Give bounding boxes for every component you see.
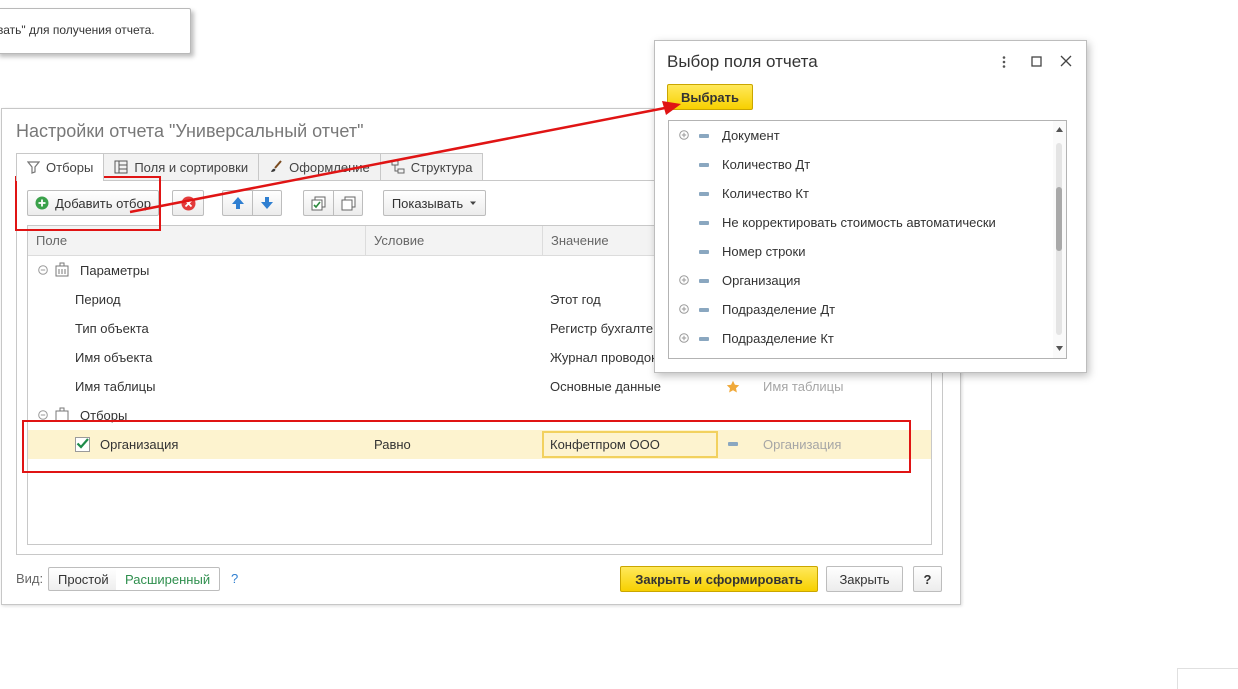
show-label: Показывать <box>391 195 464 211</box>
list-item[interactable]: Организация <box>669 266 1053 295</box>
select-button[interactable]: Выбрать <box>667 84 753 110</box>
annotation-box-add-filter <box>15 176 161 231</box>
list-item[interactable]: Количество Дт <box>669 150 1053 179</box>
close-and-build-button[interactable]: Закрыть и сформировать <box>620 566 818 592</box>
move-down-button[interactable] <box>252 190 282 216</box>
field-icon <box>699 163 709 167</box>
tab-appearance[interactable]: Оформление <box>258 153 381 180</box>
move-up-button[interactable] <box>222 190 252 216</box>
view-advanced-button[interactable]: Расширенный <box>116 567 221 591</box>
view-label: Вид: <box>16 571 44 586</box>
view-simple-button[interactable]: Простой <box>48 567 119 591</box>
close-button[interactable]: Закрыть <box>826 566 903 592</box>
delete-icon <box>181 196 195 210</box>
structure-icon <box>391 160 405 174</box>
row-value[interactable]: Этот год <box>550 285 601 314</box>
list-item-label: Номер строки <box>722 244 806 259</box>
row-field: Имя таблицы <box>75 379 156 394</box>
field-selection-dialog: Выбор поля отчета Выбрать Документ Колич… <box>654 40 1087 373</box>
field-icon <box>699 192 709 196</box>
close-icon[interactable] <box>1060 55 1072 67</box>
help-button[interactable]: ? <box>913 566 942 592</box>
list-item-label: Документ <box>722 128 780 143</box>
star-icon <box>726 380 740 393</box>
row-value[interactable]: Основные данные <box>550 372 661 401</box>
field-icon <box>699 134 709 138</box>
expand-icon[interactable] <box>679 333 689 343</box>
row-value[interactable]: Регистр бухгалтер <box>550 314 660 343</box>
funnel-icon <box>27 161 40 174</box>
annotation-box-filter-row <box>22 420 911 473</box>
tooltip-text: вать" для получения отчета. <box>0 23 155 37</box>
scroll-thumb[interactable] <box>1056 187 1062 251</box>
collapse-icon[interactable] <box>38 410 48 420</box>
tab-label: Оформление <box>289 159 370 175</box>
expand-icon[interactable] <box>679 275 689 285</box>
row-field: Тип объекта <box>75 321 149 336</box>
field-icon <box>699 250 709 254</box>
row-value[interactable]: Журнал проводок <box>550 343 657 372</box>
check-all-button[interactable] <box>303 190 333 216</box>
list-item[interactable]: Подразделение Дт <box>669 295 1053 324</box>
expand-icon[interactable] <box>679 304 689 314</box>
tab-label: Структура <box>410 159 473 175</box>
scroll-up-icon[interactable] <box>1056 127 1063 132</box>
list-item-label: Подразделение Кт <box>722 331 834 346</box>
list-item-label: Количество Кт <box>722 186 809 201</box>
window-title: Настройки отчета "Универсальный отчет" <box>16 121 364 141</box>
dialog-title: Выбор поля отчета <box>667 52 818 71</box>
field-icon <box>699 337 709 341</box>
check-all-icon <box>311 196 326 210</box>
params-group-icon <box>55 262 69 277</box>
tab-label: Поля и сортировки <box>134 159 249 175</box>
field-icon <box>699 279 709 283</box>
scrollbar[interactable] <box>1053 121 1066 358</box>
tab-bar: Отборы Поля и сортировки Оформление Стру… <box>16 153 484 181</box>
show-dropdown-button[interactable]: Показывать <box>383 190 486 216</box>
arrow-up-icon <box>231 197 244 209</box>
expand-icon[interactable] <box>679 130 689 140</box>
fields-tree: Документ Количество Дт Количество Кт Не … <box>668 120 1067 359</box>
tab-filters[interactable]: Отборы <box>16 153 105 181</box>
field-icon <box>699 308 709 312</box>
row-field: Имя объекта <box>75 350 153 365</box>
uncheck-all-button[interactable] <box>333 190 363 216</box>
list-item[interactable]: Номер строки <box>669 237 1053 266</box>
arrow-down-icon <box>261 197 273 209</box>
list-item[interactable]: Подразделение Кт <box>669 324 1053 353</box>
brush-icon <box>271 160 282 172</box>
list-item[interactable]: Документ <box>669 121 1053 150</box>
table-row[interactable]: Имя таблицы Основные данные Имя таблицы <box>28 372 931 401</box>
list-item[interactable]: Количество Кт <box>669 179 1053 208</box>
tab-structure[interactable]: Структура <box>379 153 484 180</box>
row-field: Период <box>75 292 121 307</box>
delete-button[interactable] <box>172 190 204 216</box>
list-item-label: Не корректировать стоимость автоматическ… <box>722 215 996 230</box>
column-header-condition[interactable]: Условие <box>366 226 543 256</box>
list-item-label: Количество Дт <box>722 157 811 172</box>
corner-frame <box>1177 668 1238 689</box>
bottom-bar: Вид: Простой Расширенный ? Закрыть и сфо… <box>16 565 943 593</box>
more-icon[interactable] <box>1001 55 1007 69</box>
tooltip: вать" для получения отчета. <box>0 8 191 54</box>
tab-label: Отборы <box>46 160 94 175</box>
chevron-down-icon <box>470 201 477 205</box>
uncheck-all-icon <box>341 196 355 210</box>
help-link[interactable]: ? <box>231 565 238 594</box>
row-extra: Имя таблицы <box>763 379 844 394</box>
maximize-icon[interactable] <box>1031 56 1042 67</box>
group-label: Параметры <box>80 263 150 278</box>
list-item[interactable]: Не корректировать стоимость автоматическ… <box>669 208 1053 237</box>
list-item-label: Организация <box>722 273 801 288</box>
columns-icon <box>114 160 128 174</box>
scroll-down-icon[interactable] <box>1056 346 1063 351</box>
collapse-icon[interactable] <box>38 265 48 275</box>
list-item-label: Подразделение Дт <box>722 302 836 317</box>
field-icon <box>699 221 709 225</box>
